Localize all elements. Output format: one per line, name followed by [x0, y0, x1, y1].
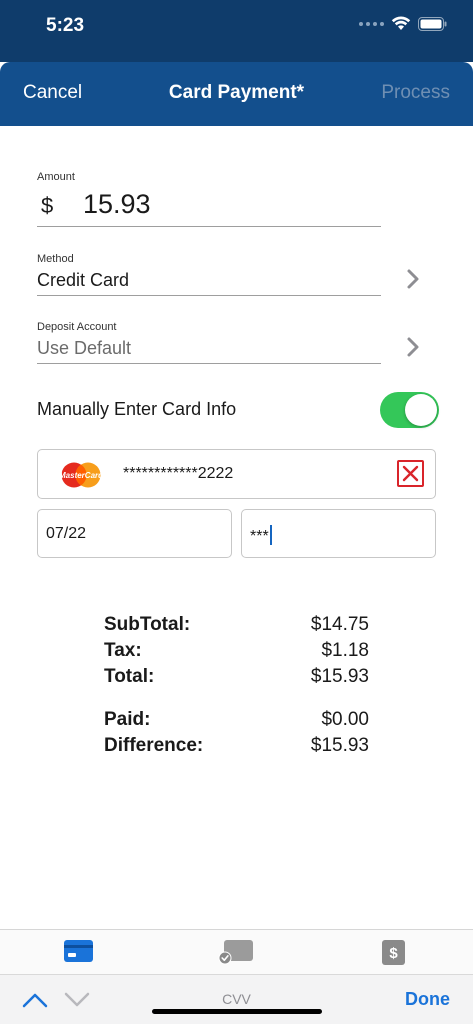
cvv-field[interactable]: ***: [241, 509, 436, 558]
total-label: Total:: [104, 666, 155, 687]
deposit-account-label: Deposit Account: [37, 321, 117, 333]
chevron-right-icon[interactable]: [405, 268, 421, 290]
clear-icon: [402, 465, 419, 482]
total-row: Total: $15.93: [104, 664, 369, 690]
expiry-value: 07/22: [46, 525, 87, 542]
card-tab-icon: [64, 940, 93, 962]
method-label: Method: [37, 253, 74, 265]
text-cursor: [269, 525, 272, 545]
done-button[interactable]: Done: [405, 989, 450, 1010]
tax-label: Tax:: [104, 640, 142, 661]
signal-icon: [359, 21, 384, 26]
tab-cash[interactable]: $: [382, 940, 412, 970]
wifi-icon: [391, 16, 411, 30]
method-field[interactable]: Method Credit Card: [37, 253, 381, 296]
card-number-field[interactable]: MasterCard ************2222: [37, 449, 436, 499]
deposit-account-value: Use Default: [37, 338, 132, 358]
svg-text:$: $: [389, 945, 398, 962]
manual-entry-label: Manually Enter Card Info: [37, 399, 237, 419]
amount-value: 15.93: [83, 189, 151, 219]
chevron-right-icon[interactable]: [405, 336, 421, 358]
current-field-label: CVV: [222, 991, 251, 1007]
paid-row: Paid: $0.00: [104, 707, 369, 733]
totals-summary: SubTotal: $14.75 Tax: $1.18 Total: $15.9…: [104, 612, 369, 759]
method-value: Credit Card: [37, 270, 130, 290]
check-tab-icon: [218, 940, 253, 965]
manual-entry-toggle[interactable]: [380, 392, 439, 428]
currency-symbol: $: [41, 193, 54, 218]
subtotal-row: SubTotal: $14.75: [104, 612, 369, 638]
status-time: 5:23: [46, 15, 85, 36]
battery-icon: [418, 16, 447, 31]
paid-value: $0.00: [321, 709, 369, 730]
nav-bar: Cancel Card Payment* Process: [0, 62, 473, 126]
paid-label: Paid:: [104, 709, 151, 730]
tax-row: Tax: $1.18: [104, 638, 369, 664]
payment-type-tab-bar: $: [0, 929, 473, 974]
total-value: $15.93: [310, 666, 369, 687]
home-indicator: [152, 1009, 322, 1014]
subtotal-value: $14.75: [310, 614, 369, 635]
amount-label: Amount: [37, 171, 75, 183]
tab-card[interactable]: [64, 940, 94, 967]
difference-value: $15.93: [310, 735, 369, 756]
tab-check[interactable]: [218, 940, 253, 971]
cvv-value: ***: [250, 528, 269, 545]
keyboard-accessory-bar: CVV Done: [0, 974, 473, 1024]
svg-text:MasterCard: MasterCard: [59, 471, 103, 480]
amount-field[interactable]: Amount $ 15.93: [37, 171, 381, 227]
toggle-knob: [405, 394, 437, 426]
difference-row: Difference: $15.93: [104, 733, 369, 759]
expiry-field[interactable]: 07/22: [37, 509, 232, 558]
cash-tab-icon: $: [382, 940, 405, 965]
clear-card-button[interactable]: [397, 460, 424, 487]
status-icons: [359, 16, 447, 31]
tax-value: $1.18: [321, 640, 369, 661]
card-number-value: ************2222: [123, 465, 234, 482]
cancel-button[interactable]: Cancel: [23, 82, 82, 104]
mastercard-logo: MasterCard: [59, 462, 103, 488]
deposit-account-field[interactable]: Deposit Account Use Default: [37, 321, 381, 364]
process-button[interactable]: Process: [381, 82, 450, 104]
difference-label: Difference:: [104, 735, 204, 756]
subtotal-label: SubTotal:: [104, 614, 191, 635]
status-bar: 5:23: [0, 0, 473, 62]
